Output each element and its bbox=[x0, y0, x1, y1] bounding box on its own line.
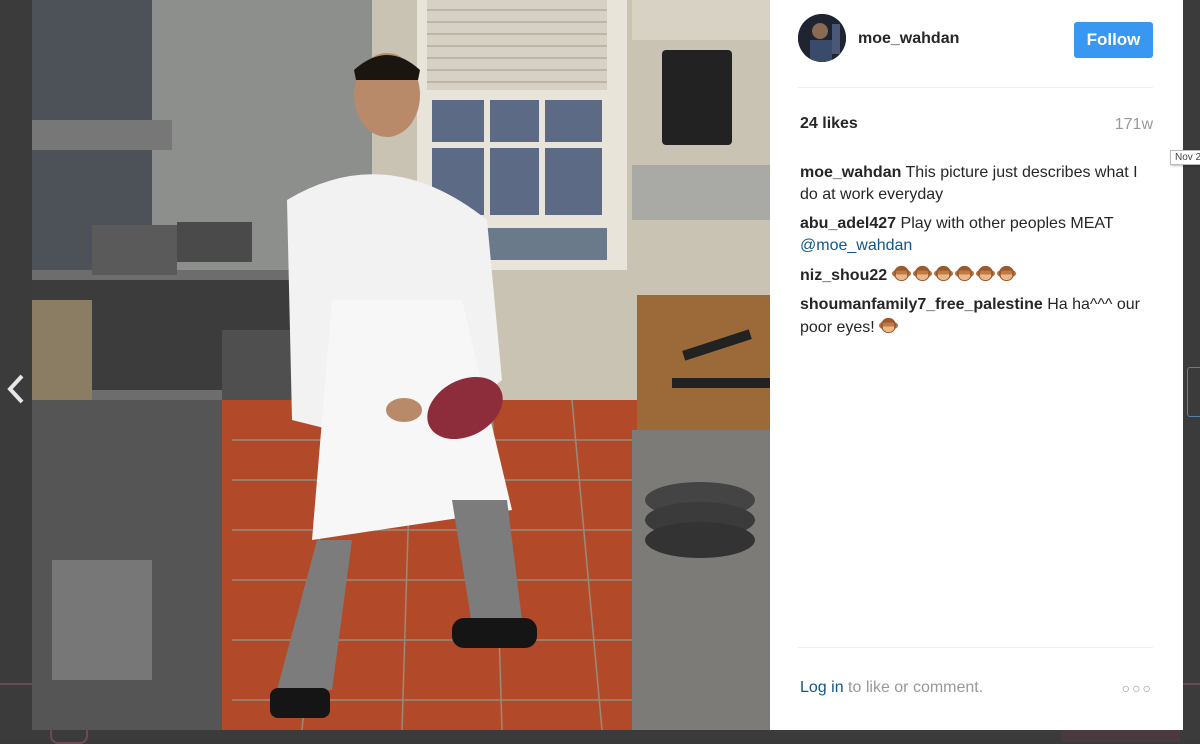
see-no-evil-monkey-icon bbox=[891, 264, 911, 283]
post-age[interactable]: 171w bbox=[1115, 116, 1153, 134]
comment-emoji-row bbox=[891, 264, 1018, 284]
header-divider bbox=[798, 87, 1153, 88]
login-prompt: Log in to like or comment. bbox=[800, 679, 983, 697]
ellipsis-icon[interactable]: ○○○ bbox=[1122, 680, 1153, 696]
comment-emoji-row bbox=[879, 316, 900, 336]
login-prompt-text: to like or comment. bbox=[843, 679, 984, 696]
see-no-evil-monkey-icon bbox=[975, 264, 995, 283]
comment-mention-link[interactable]: @moe_wahdan bbox=[800, 237, 912, 254]
avatar[interactable] bbox=[798, 14, 846, 62]
see-no-evil-monkey-icon bbox=[912, 264, 932, 283]
post-photo[interactable] bbox=[32, 0, 770, 730]
comment-caption: moe_wahdan This picture just describes w… bbox=[800, 162, 1155, 206]
post-header: moe_wahdan Follow bbox=[798, 14, 1153, 74]
comment-username[interactable]: niz_shou22 bbox=[800, 267, 887, 284]
post-info-panel: moe_wahdan Follow 24 likes 171w Nov 29, … bbox=[770, 0, 1200, 730]
comment-username[interactable]: shoumanfamily7_free_palestine bbox=[800, 296, 1043, 313]
comment: abu_adel427 Play with other peoples MEAT… bbox=[800, 213, 1155, 257]
kitchen-photo-illustration bbox=[32, 0, 770, 730]
see-no-evil-monkey-icon bbox=[996, 264, 1016, 283]
date-tooltip: Nov 29, 2013 bbox=[1170, 150, 1200, 165]
post-modal: moe_wahdan Follow 24 likes 171w Nov 29, … bbox=[32, 0, 1200, 730]
next-post-edge[interactable] bbox=[1187, 367, 1200, 417]
likes-count[interactable]: 24 likes bbox=[800, 115, 858, 133]
comment-username[interactable]: abu_adel427 bbox=[800, 215, 896, 232]
comment: niz_shou22 bbox=[800, 264, 1155, 287]
see-no-evil-monkey-icon bbox=[933, 264, 953, 283]
follow-button[interactable]: Follow bbox=[1074, 22, 1153, 58]
previous-post-button[interactable] bbox=[4, 372, 28, 408]
footer-divider bbox=[798, 647, 1153, 648]
comments-list: moe_wahdan This picture just describes w… bbox=[800, 162, 1155, 346]
comment-text: Play with other peoples MEAT bbox=[900, 215, 1114, 232]
chevron-left-icon bbox=[7, 374, 24, 404]
comment-username[interactable]: moe_wahdan bbox=[800, 164, 901, 181]
login-link[interactable]: Log in bbox=[800, 679, 844, 696]
see-no-evil-monkey-icon bbox=[954, 264, 974, 283]
post-author-username[interactable]: moe_wahdan bbox=[858, 30, 959, 48]
comment: shoumanfamily7_free_palestine Ha ha^^^ o… bbox=[800, 294, 1155, 339]
see-no-evil-monkey-icon bbox=[879, 316, 899, 335]
